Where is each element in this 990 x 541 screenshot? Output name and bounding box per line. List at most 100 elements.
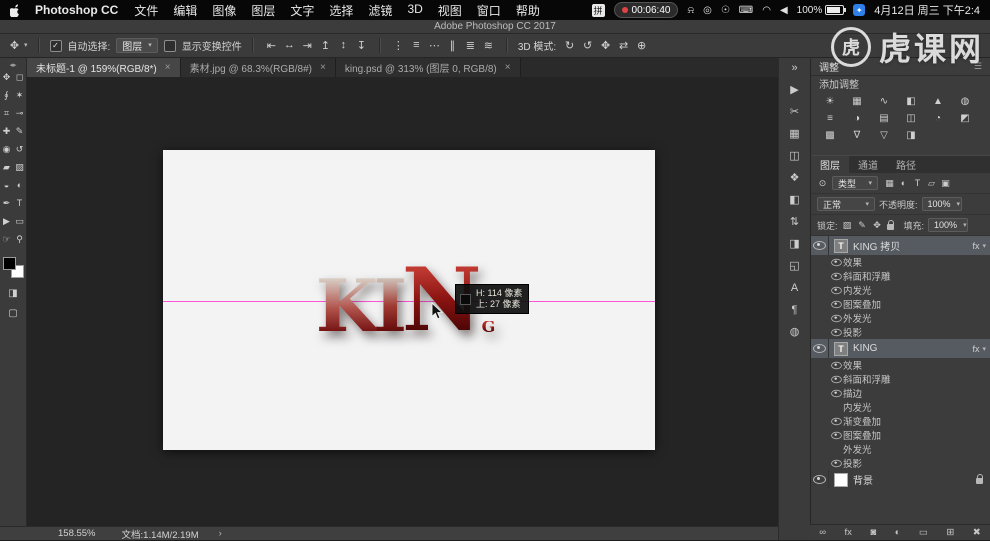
menu-item[interactable]: 文字 — [290, 2, 314, 19]
menu-item[interactable]: 编辑 — [173, 2, 197, 19]
visibility-toggle[interactable] — [829, 414, 843, 428]
filter-shape-icon[interactable]: ▱ — [926, 178, 937, 189]
app-icon[interactable]: ✦ — [853, 4, 866, 16]
visibility-toggle[interactable] — [829, 358, 843, 372]
visibility-toggle[interactable] — [829, 372, 843, 386]
siri-icon[interactable]: ◎ — [703, 5, 712, 16]
delete-layer-icon[interactable]: ✖ — [973, 527, 981, 538]
color-lookup-icon[interactable]: ◔ — [926, 111, 950, 126]
filter-smart-icon[interactable]: ▣ — [940, 178, 951, 189]
menu-item[interactable]: 帮助 — [516, 2, 540, 19]
align-horizontal-centers-icon[interactable]: ↔ — [282, 39, 297, 52]
distribute-left-icon[interactable]: ∥ — [445, 39, 460, 52]
volume-icon[interactable]: ◀ — [780, 5, 788, 16]
type-tool[interactable]: T — [13, 197, 26, 209]
auto-select-dropdown[interactable]: 图层 ▾ — [116, 38, 158, 53]
distribute-horizontal-icon[interactable]: ≣ — [463, 39, 478, 52]
pen-tool[interactable]: ✒ — [0, 197, 13, 209]
3d-roll-icon[interactable]: ↺ — [580, 39, 595, 52]
lock-all-icon[interactable] — [886, 219, 894, 230]
curves-icon[interactable]: ∿ — [872, 94, 896, 109]
visibility-toggle[interactable] — [829, 442, 843, 456]
panel-tab[interactable]: 通道 — [849, 156, 887, 173]
visibility-toggle[interactable] — [829, 400, 843, 414]
menu-item[interactable]: 视图 — [438, 2, 462, 19]
blend-mode-dropdown[interactable]: 正常 ▾ — [817, 197, 875, 211]
layer-row[interactable]: 渐变叠加 ▾ — [811, 414, 990, 428]
collapse-panels-icon[interactable]: » — [784, 62, 806, 75]
menu-item[interactable]: 滤镜 — [368, 2, 392, 19]
hue-saturation-icon[interactable]: ◍ — [953, 94, 977, 109]
align-right-edges-icon[interactable]: ⇥ — [300, 39, 315, 52]
menu-clock[interactable]: 4月12日 周三 下午2:4 — [874, 2, 980, 18]
align-top-edges-icon[interactable]: ↥ — [318, 39, 333, 52]
visibility-toggle[interactable] — [829, 311, 843, 325]
distribute-vertical-icon[interactable]: ≡ — [409, 39, 424, 52]
lock-transparent-icon[interactable]: ▨ — [842, 220, 853, 231]
zoom-level-field[interactable]: 158.55% — [58, 528, 96, 539]
levels-icon[interactable]: ▦ — [845, 94, 869, 109]
bell-icon[interactable]: ⍾ — [687, 5, 694, 16]
channel-mixer-icon[interactable]: ◫ — [899, 111, 923, 126]
close-icon[interactable]: × — [165, 62, 171, 73]
canvas-pasteboard[interactable]: KING H: 114 像素 上: 27 像素 — [27, 77, 778, 526]
crop-tool[interactable]: ⌗ — [0, 107, 13, 119]
character-panel-icon[interactable]: A — [784, 282, 806, 295]
menu-item[interactable]: 图像 — [212, 2, 236, 19]
3d-drag-icon[interactable]: ✥ — [598, 39, 613, 52]
layer-thumbnail[interactable]: T — [834, 341, 848, 356]
eraser-tool[interactable]: ▰ — [0, 161, 13, 173]
grid-panel-icon[interactable]: ▦ — [784, 128, 806, 141]
layer-thumbnail[interactable] — [834, 472, 848, 487]
visibility-toggle[interactable] — [829, 269, 843, 283]
layer-row[interactable]: 图案叠加 ▾ — [811, 428, 990, 442]
align-left-edges-icon[interactable]: ⇤ — [264, 39, 279, 52]
opacity-field[interactable]: 100% ▾ — [921, 197, 962, 211]
new-group-icon[interactable]: ▭ — [919, 527, 928, 538]
move-tool[interactable]: ✥ — [0, 71, 13, 83]
panel-tab[interactable]: 图层 — [811, 156, 849, 173]
layer-row[interactable]: 内发光 ▾ — [811, 283, 990, 297]
visibility-toggle[interactable] — [811, 236, 829, 255]
visibility-toggle[interactable] — [811, 339, 829, 358]
search-icon[interactable]: ⊙ — [817, 178, 828, 189]
toolbar-collapse-icon[interactable]: ◂▸ — [9, 58, 16, 71]
layer-style-icon[interactable]: fx — [845, 527, 852, 538]
zoom-tool[interactable]: ⚲ — [13, 233, 26, 245]
fill-field[interactable]: 100% ▾ — [928, 218, 969, 232]
visibility-toggle[interactable] — [829, 325, 843, 339]
layer-row[interactable]: 投影 ▾ — [811, 325, 990, 339]
black-white-icon[interactable]: ◑ — [845, 111, 869, 126]
layer-row[interactable]: 外发光 ▾ — [811, 442, 990, 456]
quick-mask-icon[interactable]: ◨ — [8, 288, 17, 299]
layer-row[interactable]: 图案叠加 ▾ — [811, 297, 990, 311]
brush-tool[interactable]: ✎ — [13, 125, 26, 137]
fx-collapse-icon[interactable]: ▾ — [982, 345, 986, 353]
styles-panel-icon[interactable]: ❖ — [784, 172, 806, 185]
filter-adjustment-icon[interactable]: ◐ — [898, 178, 909, 189]
color-balance-icon[interactable]: ≡ — [818, 111, 842, 126]
layer-row[interactable]: 效果 ▾ — [811, 358, 990, 372]
clone-source-panel-icon[interactable]: ◍ — [784, 326, 806, 339]
foreground-color-swatch[interactable] — [3, 257, 16, 270]
3d-panel-icon[interactable]: ◱ — [784, 260, 806, 273]
clone-stamp-tool[interactable]: ◉ — [0, 143, 13, 155]
path-select-tool[interactable]: ▶ — [0, 215, 13, 227]
filter-pixel-icon[interactable]: ▦ — [884, 178, 895, 189]
document-size-info[interactable]: 文档:1.14M/2.19M — [122, 527, 199, 541]
shape-tool[interactable]: ▭ — [13, 215, 26, 227]
show-transform-checkbox[interactable] — [163, 39, 176, 52]
3d-rotate-icon[interactable]: ↻ — [562, 39, 577, 52]
adjustment-layer-icon[interactable]: ◐ — [895, 527, 901, 538]
status-chevron-icon[interactable]: › — [219, 528, 222, 539]
visibility-toggle[interactable] — [829, 428, 843, 442]
blur-tool[interactable]: ◒ — [0, 179, 13, 191]
menu-item[interactable]: 窗口 — [477, 2, 501, 19]
visibility-toggle[interactable] — [829, 297, 843, 311]
screen-mode-icon[interactable]: ▢ — [8, 308, 17, 319]
menu-item[interactable]: 选择 — [329, 2, 353, 19]
layer-row[interactable]: T KING 拷贝 fx ▾ — [811, 236, 990, 255]
fx-badge[interactable]: fx — [972, 241, 979, 251]
new-layer-icon[interactable]: ⊞ — [946, 527, 954, 538]
3d-slide-icon[interactable]: ⇄ — [616, 39, 631, 52]
